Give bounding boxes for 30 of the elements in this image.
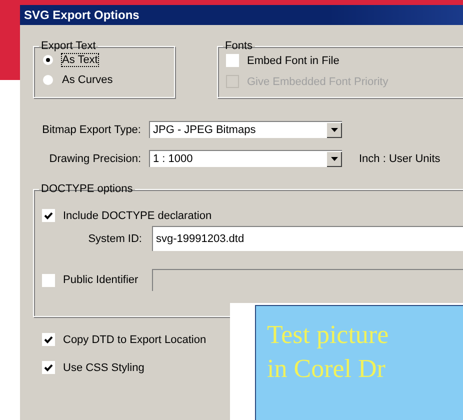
canvas-text: in Corel Dr — [267, 354, 386, 384]
field-label: Drawing Precision: — [48, 152, 141, 164]
precision-dropdown[interactable]: 1 : 1000 — [149, 150, 342, 167]
canvas-text: Test picture — [267, 320, 390, 350]
check-icon — [44, 336, 53, 344]
caret-icon — [330, 128, 338, 132]
bitmap-type-dropdown[interactable]: JPG - JPEG Bitmaps — [149, 121, 342, 138]
system-id-field[interactable]: svg-19991203.dtd — [152, 226, 463, 251]
dropdown-button[interactable] — [327, 122, 342, 138]
option-label[interactable]: Include DOCTYPE declaration — [63, 210, 212, 222]
unit-label: Inch : User Units — [359, 152, 440, 164]
dropdown-button[interactable] — [327, 152, 342, 166]
check-icon — [44, 212, 53, 220]
check-icon — [44, 364, 53, 372]
option-label[interactable]: Public Identifier — [63, 274, 138, 286]
option-label[interactable]: As Curves — [62, 74, 113, 86]
radio-button[interactable] — [42, 54, 54, 66]
window-title: SVG Export Options — [20, 5, 463, 25]
public-identifier-field[interactable] — [152, 269, 463, 291]
option-label[interactable]: Copy DTD to Export Location — [63, 334, 206, 346]
field-label: System ID: — [87, 232, 142, 244]
group-label: DOCTYPE options — [40, 183, 134, 195]
option-label[interactable]: As Text — [62, 54, 98, 66]
group-label: Fonts — [224, 40, 254, 52]
option-label[interactable]: Use CSS Styling — [63, 362, 144, 374]
group-label: Export Text — [40, 40, 97, 52]
field-label: Bitmap Export Type: — [41, 124, 141, 136]
radio-button[interactable] — [42, 74, 54, 86]
caret-icon — [330, 156, 338, 160]
option-label[interactable]: Embed Font in File — [247, 54, 340, 66]
